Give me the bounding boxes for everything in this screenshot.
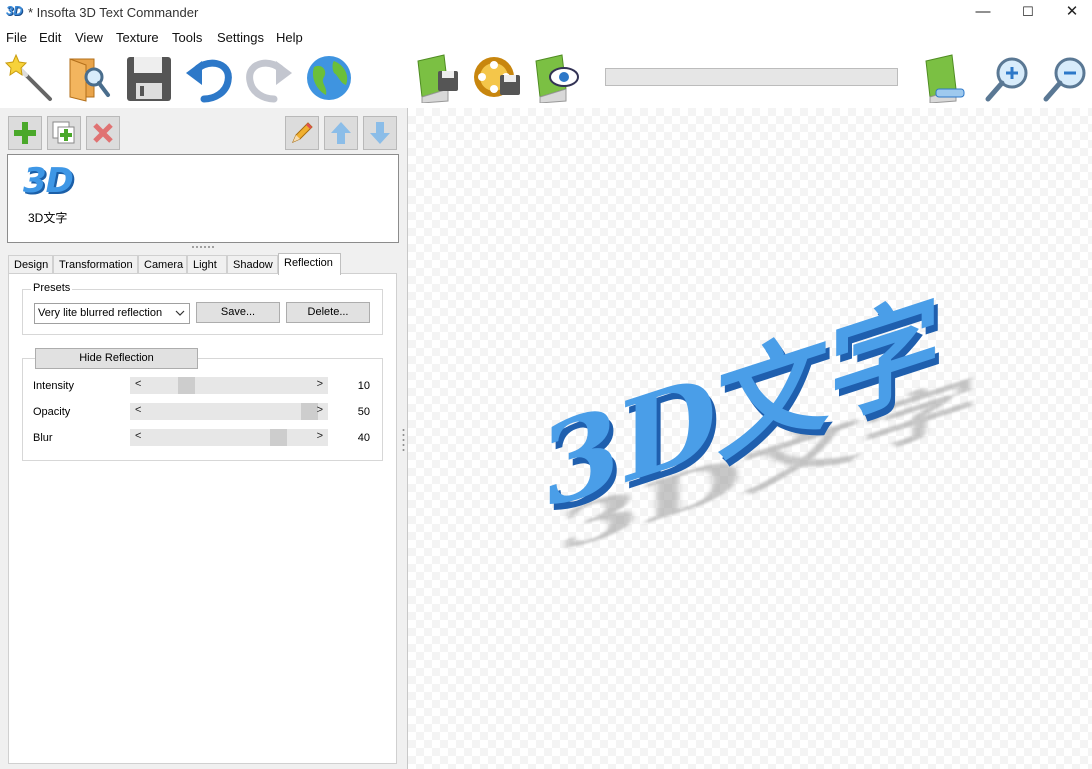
undo-icon[interactable] [184, 53, 234, 103]
preset-select[interactable]: Very lite blurred reflection [34, 303, 190, 324]
save-icon[interactable] [124, 53, 174, 103]
web-icon[interactable] [304, 53, 354, 103]
zoom-in-icon[interactable] [982, 53, 1032, 103]
intensity-slider[interactable]: < > [130, 377, 328, 394]
window-title: * Insofta 3D Text Commander [28, 5, 199, 20]
edit-icon[interactable] [285, 116, 319, 150]
blur-slider[interactable]: < > [130, 429, 328, 446]
scroll-left-icon[interactable]: < [135, 378, 141, 390]
add-icon[interactable] [8, 116, 42, 150]
save-animation-icon[interactable] [472, 53, 522, 103]
opacity-value: 50 [357, 406, 370, 418]
progress-bar [605, 68, 898, 86]
object-label: 3D文字 [28, 209, 68, 226]
blur-value: 40 [357, 432, 370, 444]
slider-thumb[interactable] [177, 377, 195, 394]
title-bar: 3D * Insofta 3D Text Commander — ☐ ✕ [0, 0, 1092, 26]
image-size-icon[interactable] [922, 53, 972, 104]
scroll-right-icon[interactable]: > [317, 378, 323, 390]
rendered-3d-text: 3D文字 3D文字 3D文字 [542, 275, 978, 564]
intensity-label: Intensity [33, 380, 74, 392]
chevron-down-icon [175, 306, 185, 323]
save-image-icon[interactable] [414, 53, 464, 104]
object-thumbnail: 3D [23, 161, 74, 201]
tab-shadow[interactable]: Shadow [227, 255, 278, 274]
minimize-button[interactable]: — [960, 0, 1006, 26]
opacity-slider[interactable]: < > [130, 403, 328, 420]
object-list: 3D 3D文字 [7, 154, 399, 243]
vertical-splitter-grip[interactable] [402, 428, 405, 452]
redo-icon[interactable] [244, 53, 294, 103]
move-down-icon[interactable] [363, 116, 397, 150]
tab-design[interactable]: Design [8, 255, 53, 274]
intensity-value: 10 [357, 380, 370, 392]
menu-view[interactable]: View [75, 30, 103, 45]
zoom-out-icon[interactable] [1040, 53, 1090, 103]
maximize-button[interactable]: ☐ [1005, 0, 1051, 26]
wizard-icon[interactable] [4, 53, 54, 103]
preview-canvas[interactable]: 3D文字 3D文字 3D文字 [407, 108, 1092, 769]
blur-label: Blur [33, 432, 53, 444]
slider-thumb[interactable] [270, 429, 288, 446]
reflection-tab-page [8, 273, 397, 764]
scroll-right-icon[interactable]: > [317, 404, 323, 416]
menu-edit[interactable]: Edit [39, 30, 61, 45]
horizontal-splitter-grip[interactable] [192, 245, 214, 249]
menu-texture[interactable]: Texture [116, 30, 159, 45]
app-icon: 3D [6, 3, 23, 18]
scroll-right-icon[interactable]: > [317, 430, 323, 442]
menu-settings[interactable]: Settings [217, 30, 264, 45]
delete-icon[interactable] [86, 116, 120, 150]
delete-preset-button[interactable]: Delete... [286, 302, 370, 323]
hide-reflection-button[interactable]: Hide Reflection [35, 348, 198, 369]
tab-camera[interactable]: Camera [138, 255, 187, 274]
duplicate-icon[interactable] [47, 116, 81, 150]
menu-bar: File Edit View Texture Tools Settings He… [0, 27, 1092, 47]
menu-help[interactable]: Help [276, 30, 303, 45]
main-toolbar [0, 48, 1092, 108]
move-up-icon[interactable] [324, 116, 358, 150]
preview-icon[interactable] [532, 53, 582, 104]
save-preset-button[interactable]: Save... [196, 302, 280, 323]
presets-group-label: Presets [31, 282, 73, 294]
tab-reflection[interactable]: Reflection [278, 253, 341, 275]
opacity-label: Opacity [33, 406, 71, 418]
scroll-left-icon[interactable]: < [135, 404, 141, 416]
preset-selected-value: Very lite blurred reflection [38, 307, 163, 319]
menu-tools[interactable]: Tools [172, 30, 202, 45]
tab-transformation[interactable]: Transformation [53, 255, 138, 274]
menu-file[interactable]: File [6, 30, 27, 45]
scroll-left-icon[interactable]: < [135, 430, 141, 442]
close-button[interactable]: ✕ [1049, 0, 1092, 26]
open-icon[interactable] [64, 53, 114, 103]
tab-light[interactable]: Light [187, 255, 227, 274]
